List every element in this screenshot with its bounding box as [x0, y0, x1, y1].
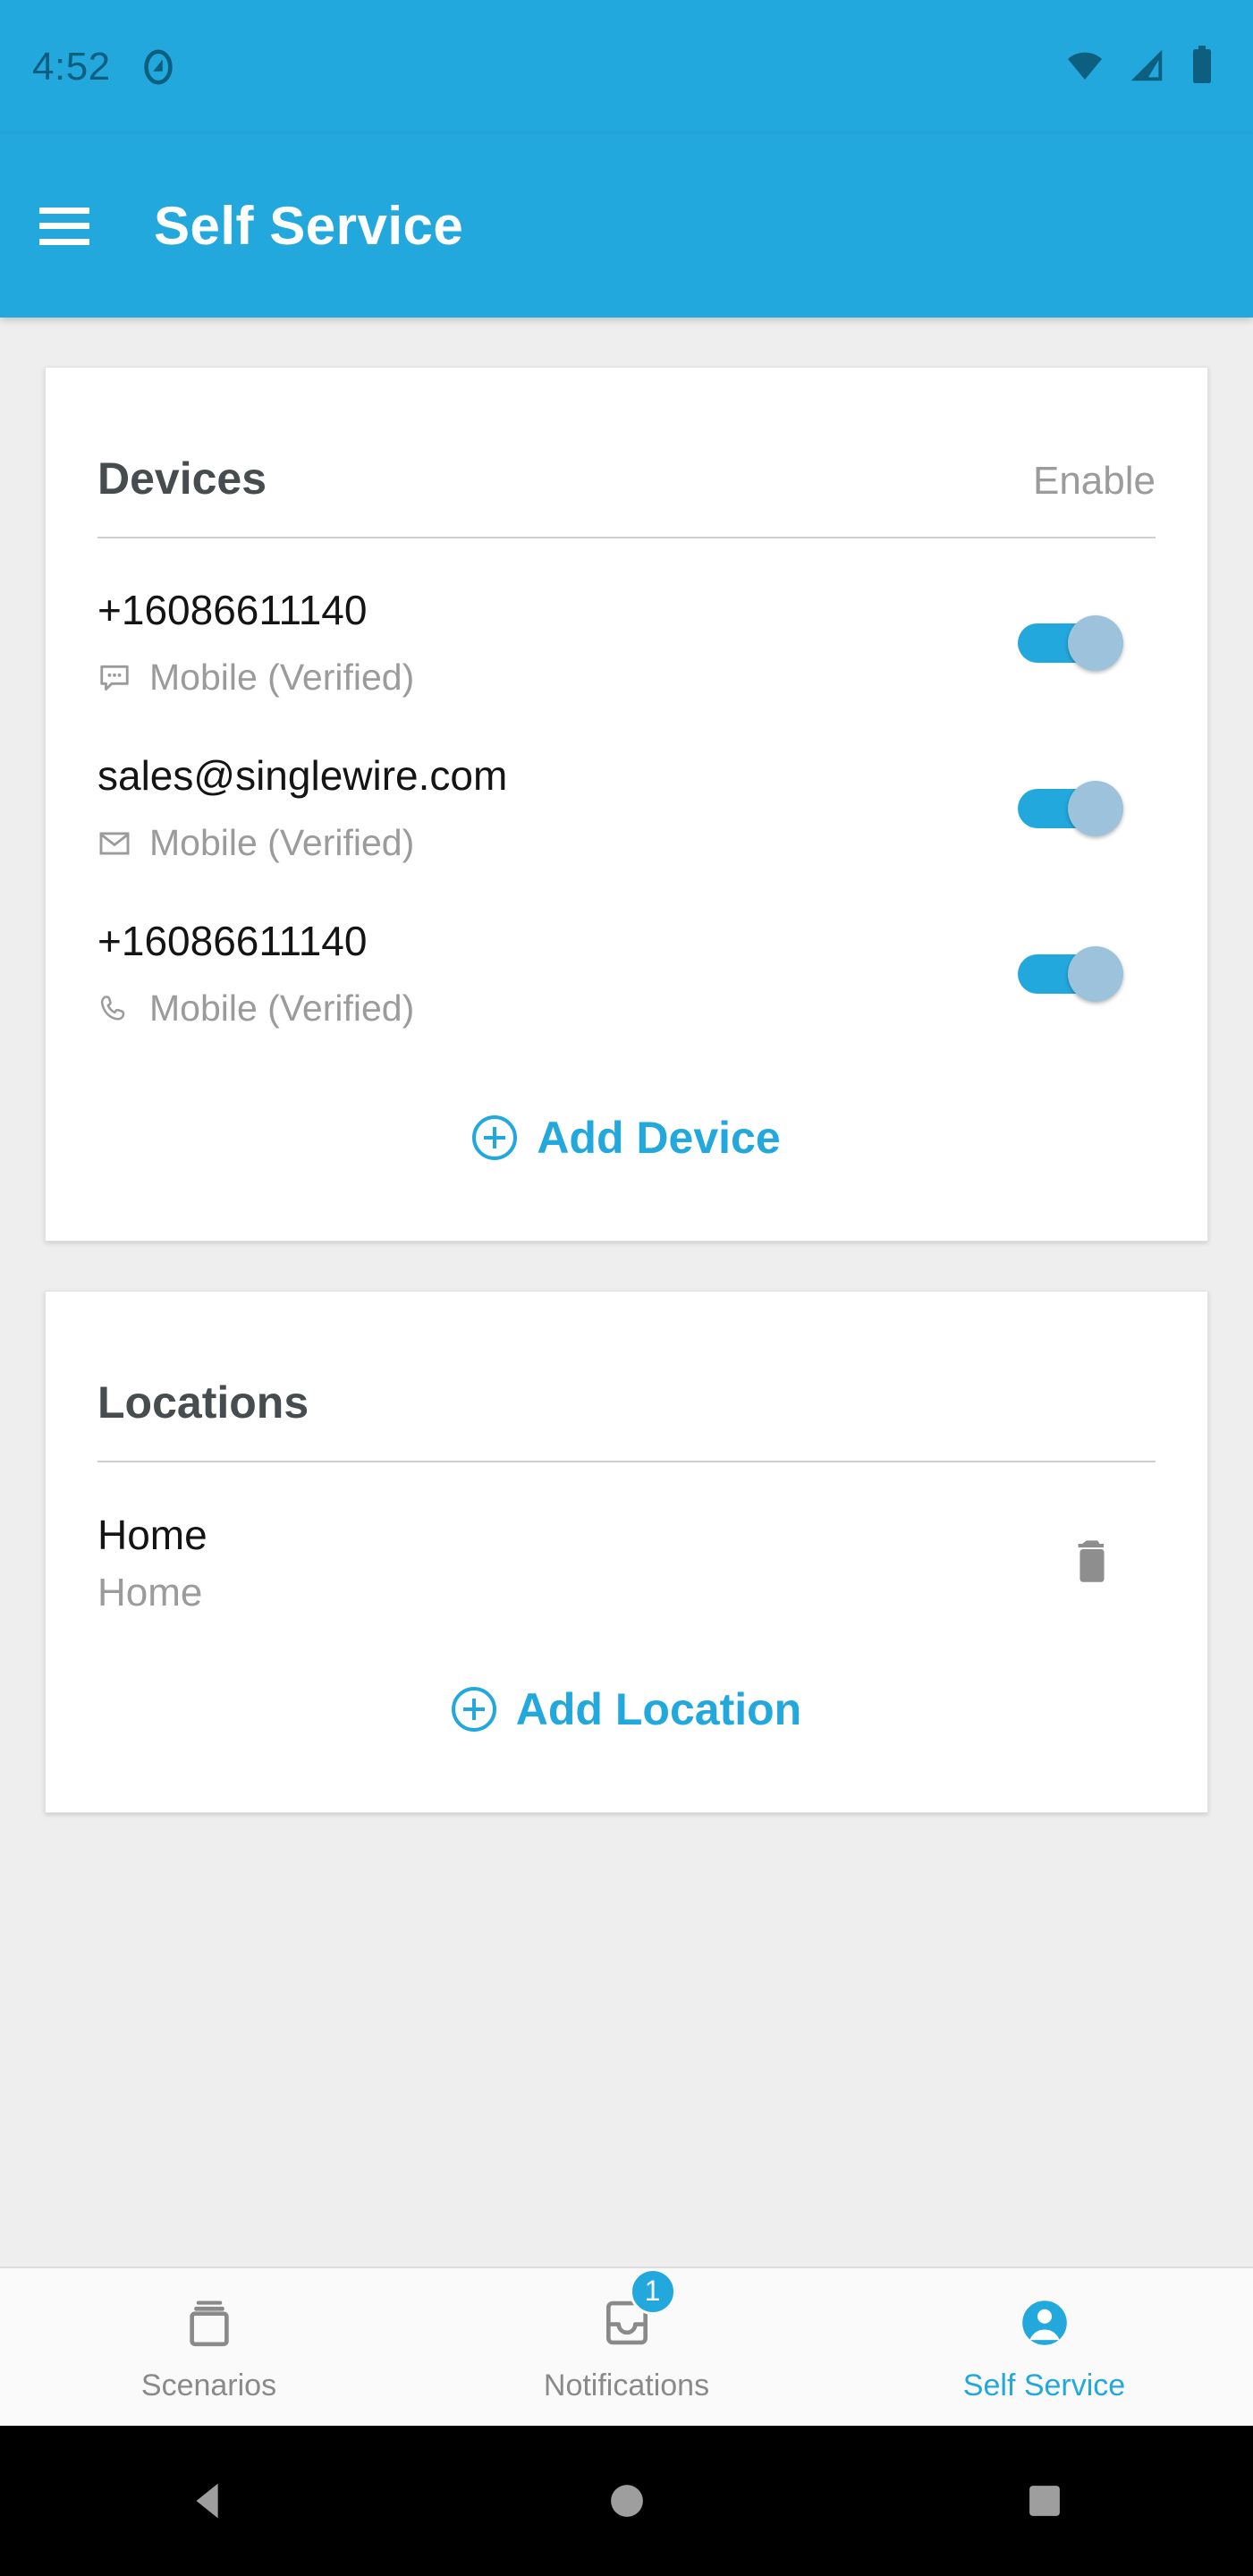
device-type-label: Mobile (Verified) — [149, 987, 415, 1030]
email-envelope-icon — [97, 826, 131, 860]
toggle-thumb — [1068, 614, 1123, 671]
add-device-label: Add Device — [537, 1113, 781, 1163]
device-enable-toggle[interactable] — [1018, 780, 1123, 836]
location-description: Home — [97, 1571, 203, 1615]
system-navigation-bar — [0, 2426, 1253, 2576]
status-bar: 4:52 — [0, 0, 1253, 134]
device-info: +16086611140 Mobile (Verified) — [97, 587, 1018, 699]
nav-label-self-service: Self Service — [962, 2368, 1126, 2402]
phone-handset-icon — [97, 992, 131, 1026]
nav-label-notifications: Notifications — [543, 2368, 710, 2402]
wifi-icon — [1063, 44, 1106, 91]
locations-card-header: Locations — [97, 1292, 1156, 1461]
location-name: Home — [97, 1511, 207, 1558]
sms-message-icon — [97, 661, 131, 695]
device-value: +16086611140 — [97, 917, 368, 964]
status-time: 4:52 — [32, 45, 111, 89]
person-icon — [1013, 2292, 1076, 2354]
plus-circle-icon — [472, 1115, 518, 1160]
nav-label-scenarios: Scenarios — [140, 2368, 277, 2402]
device-enable-toggle[interactable] — [1018, 945, 1123, 1002]
toggle-thumb — [1068, 945, 1123, 1002]
back-triangle-icon[interactable] — [0, 2426, 418, 2576]
battery-icon — [1187, 44, 1217, 91]
device-enable-toggle[interactable] — [1018, 614, 1123, 671]
status-bar-left: 4:52 — [32, 47, 179, 88]
home-circle-icon[interactable] — [418, 2426, 835, 2576]
devices-card-header: Devices Enable — [97, 368, 1156, 537]
locations-card: Locations Home Home Add Location — [45, 1291, 1208, 1813]
add-location-button[interactable]: Add Location — [97, 1628, 1156, 1812]
location-info: Home Home — [97, 1511, 1071, 1615]
devices-list: +16086611140 Mobile (Verified) sales@sin… — [97, 538, 1156, 1056]
devices-title: Devices — [97, 453, 267, 504]
scroll-content: Devices Enable +16086611140 Mobile (Veri… — [0, 318, 1253, 2267]
bottom-navigation: Scenarios 1 Notifications Self Service — [0, 2267, 1253, 2426]
nav-item-scenarios[interactable]: Scenarios — [0, 2268, 418, 2426]
device-row[interactable]: +16086611140 Mobile (Verified) — [97, 560, 1156, 725]
devices-enable-label: Enable — [1032, 459, 1156, 503]
device-type-label: Mobile (Verified) — [149, 822, 415, 864]
add-location-label: Add Location — [515, 1684, 802, 1734]
android-q-icon — [138, 47, 179, 88]
status-bar-right — [1063, 44, 1217, 91]
toggle-thumb — [1068, 780, 1123, 836]
device-info: sales@singlewire.com Mobile (Verified) — [97, 752, 1018, 865]
device-type: Mobile (Verified) — [97, 987, 1018, 1030]
cellular-signal-icon — [1126, 45, 1167, 90]
nav-item-self-service[interactable]: Self Service — [835, 2268, 1253, 2426]
device-value: +16086611140 — [97, 586, 368, 633]
notifications-badge: 1 — [629, 2267, 676, 2315]
app-bar: Self Service — [0, 134, 1253, 318]
device-type-label: Mobile (Verified) — [149, 657, 415, 699]
device-row[interactable]: +16086611140 Mobile (Verified) — [97, 891, 1156, 1056]
inbox-icon: 1 — [596, 2267, 676, 2354]
device-info: +16086611140 Mobile (Verified) — [97, 918, 1018, 1030]
location-row[interactable]: Home Home — [97, 1462, 1156, 1628]
devices-card: Devices Enable +16086611140 Mobile (Veri… — [45, 367, 1208, 1241]
app-screen: 4:52 Self Service Devices Enable +160866… — [0, 0, 1253, 2576]
device-type: Mobile (Verified) — [97, 657, 1018, 699]
nav-item-notifications[interactable]: 1 Notifications — [418, 2267, 835, 2426]
device-type: Mobile (Verified) — [97, 822, 1018, 864]
plus-circle-icon — [451, 1687, 496, 1732]
locations-title: Locations — [97, 1377, 309, 1428]
device-row[interactable]: sales@singlewire.com Mobile (Verified) — [97, 725, 1156, 891]
archive-box-icon — [178, 2292, 241, 2354]
device-value: sales@singlewire.com — [97, 751, 508, 799]
recents-square-icon[interactable] — [835, 2426, 1253, 2576]
page-title: Self Service — [154, 196, 464, 256]
hamburger-menu-icon[interactable] — [39, 207, 89, 245]
trash-icon[interactable] — [1071, 1538, 1113, 1589]
add-device-button[interactable]: Add Device — [97, 1056, 1156, 1241]
